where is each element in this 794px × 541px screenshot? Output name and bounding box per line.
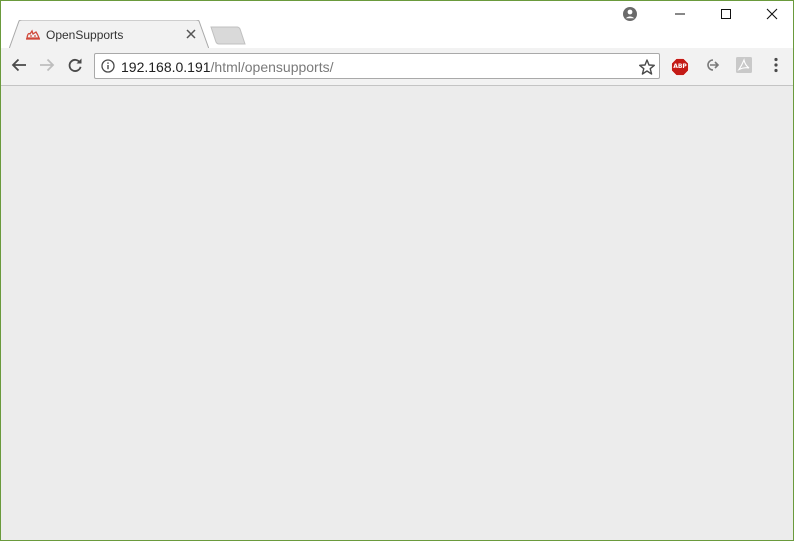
tab-opensupports[interactable]: OpenSupports (9, 20, 209, 49)
address-bar[interactable]: 192.168.0.191/html/opensupports/ (94, 53, 660, 79)
info-icon[interactable] (101, 59, 115, 73)
page-content (1, 86, 793, 540)
forward-arrow-icon (39, 57, 55, 78)
url-host: 192.168.0.191 (121, 59, 211, 75)
pdf-extension-button[interactable] (732, 55, 756, 79)
maximize-icon (720, 7, 732, 25)
opensupports-logo-icon (25, 27, 41, 43)
profile-icon (622, 6, 638, 27)
close-window-button[interactable] (749, 1, 793, 31)
reload-button[interactable] (63, 55, 87, 79)
adblock-extension-button[interactable]: ABP (668, 55, 692, 79)
adblock-icon: ABP (671, 58, 689, 76)
share-arrow-icon (703, 56, 721, 79)
back-arrow-icon (11, 57, 27, 78)
tab-title: OpenSupports (46, 28, 124, 42)
browser-toolbar: 192.168.0.191/html/opensupports/ ABP (1, 48, 793, 86)
star-icon[interactable] (638, 58, 656, 76)
pdf-icon (735, 56, 753, 79)
browser-menu-button[interactable] (764, 55, 788, 79)
adblock-label: ABP (673, 63, 687, 70)
back-button[interactable] (7, 55, 31, 79)
reload-icon (67, 57, 83, 78)
new-tab-button[interactable] (209, 26, 247, 45)
url-text[interactable]: 192.168.0.191/html/opensupports/ (121, 59, 334, 75)
forward-button[interactable] (35, 55, 59, 79)
profile-button[interactable] (609, 1, 651, 31)
url-path: /html/opensupports/ (210, 59, 334, 75)
close-icon (766, 7, 778, 25)
browser-window: OpenSupports 192.168.0.191/html/opensupp… (0, 0, 794, 541)
maximize-button[interactable] (703, 1, 749, 31)
tab-strip: OpenSupports (1, 1, 793, 49)
minimize-button[interactable] (657, 1, 703, 31)
minimize-icon (674, 7, 686, 25)
share-extension-button[interactable] (700, 55, 724, 79)
kebab-menu-icon (773, 57, 779, 78)
tab-close-icon[interactable] (184, 27, 198, 41)
